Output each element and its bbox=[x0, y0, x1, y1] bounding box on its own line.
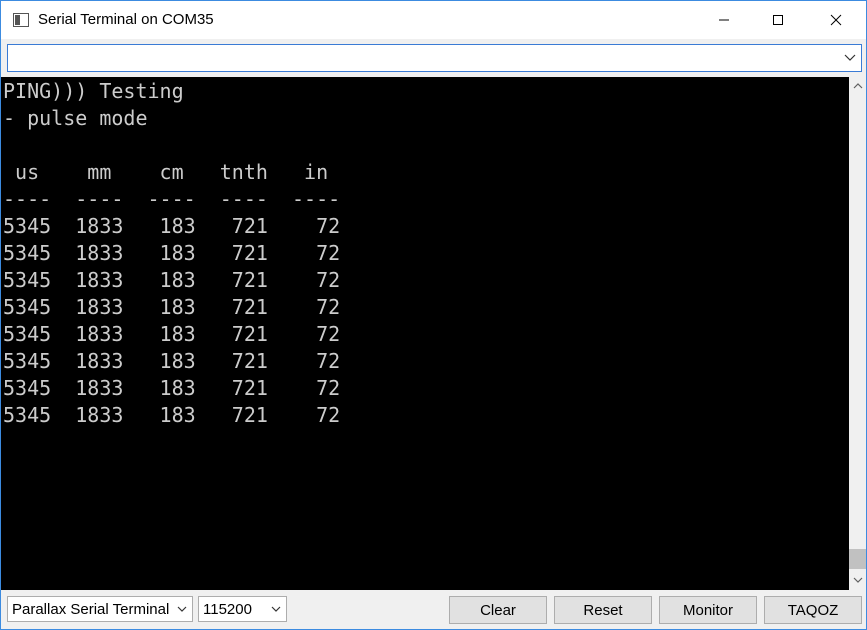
chevron-down-icon bbox=[853, 577, 862, 583]
title-bar[interactable]: Serial Terminal on COM35 bbox=[1, 1, 866, 39]
terminal-type-select[interactable]: Parallax Serial Terminal bbox=[7, 596, 193, 622]
baud-rate-value: 115200 bbox=[203, 601, 252, 618]
maximize-icon bbox=[773, 15, 783, 25]
chevron-down-icon[interactable] bbox=[843, 53, 857, 63]
terminal-output[interactable]: PING))) Testing - pulse mode us mm cm tn… bbox=[1, 77, 849, 590]
chevron-down-icon[interactable] bbox=[266, 597, 286, 621]
minimize-button[interactable] bbox=[701, 1, 747, 39]
taqoz-button[interactable]: TAQOZ bbox=[764, 596, 862, 624]
minimize-icon bbox=[719, 19, 729, 21]
terminal-text: PING))) Testing - pulse mode us mm cm tn… bbox=[3, 79, 341, 427]
chevron-down-icon[interactable] bbox=[172, 597, 192, 621]
scroll-up-button[interactable] bbox=[849, 77, 866, 94]
terminal-app-icon bbox=[13, 13, 29, 27]
terminal-type-value: Parallax Serial Terminal bbox=[12, 601, 170, 618]
command-combobox[interactable] bbox=[7, 44, 862, 72]
close-button[interactable] bbox=[813, 1, 859, 39]
window-title: Serial Terminal on COM35 bbox=[38, 11, 214, 28]
reset-button[interactable]: Reset bbox=[554, 596, 652, 624]
scroll-down-button[interactable] bbox=[849, 571, 866, 588]
chevron-up-icon bbox=[853, 82, 862, 88]
scroll-thumb[interactable] bbox=[849, 549, 866, 569]
baud-rate-select[interactable]: 115200 bbox=[198, 596, 287, 622]
close-icon bbox=[830, 14, 842, 26]
command-input[interactable] bbox=[8, 45, 828, 71]
monitor-button[interactable]: Monitor bbox=[659, 596, 757, 624]
maximize-button[interactable] bbox=[755, 1, 801, 39]
bottom-toolbar: Parallax Serial Terminal 115200 Clear Re… bbox=[1, 591, 866, 629]
terminal-scrollbar[interactable] bbox=[849, 77, 866, 590]
serial-terminal-window: Serial Terminal on COM35 PING))) Testing… bbox=[0, 0, 867, 630]
clear-button[interactable]: Clear bbox=[449, 596, 547, 624]
